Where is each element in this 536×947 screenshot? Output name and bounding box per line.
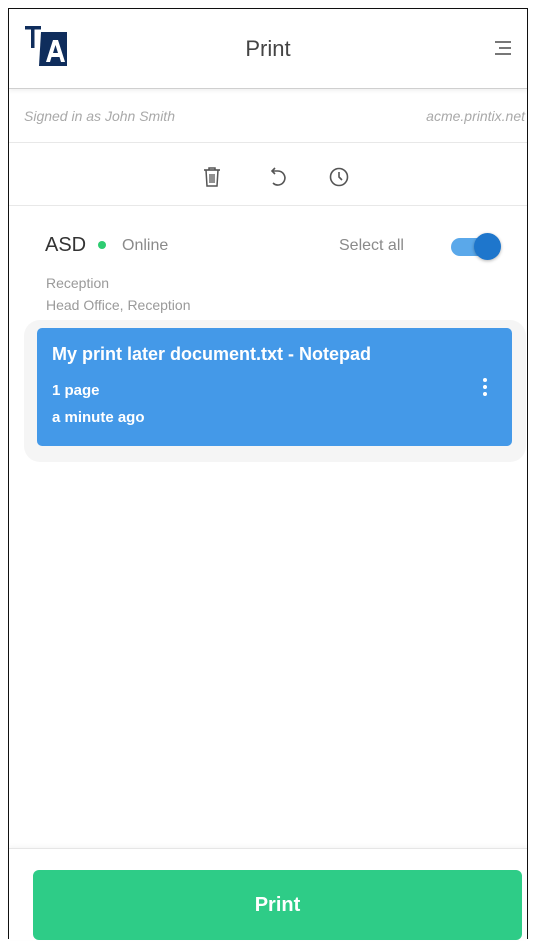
- trash-icon[interactable]: [201, 165, 223, 189]
- more-options-icon[interactable]: [478, 376, 492, 398]
- signed-in-text: Signed in as John Smith: [24, 108, 175, 124]
- printer-location: Reception: [46, 275, 110, 291]
- job-card[interactable]: My print later document.txt - Notepad 1 …: [37, 328, 512, 446]
- footer-bar: Print: [9, 848, 527, 940]
- printer-name: ASD: [45, 234, 87, 256]
- tenant-domain: acme.printix.net: [426, 108, 525, 124]
- account-bar: Signed in as John Smith acme.printix.net: [9, 90, 527, 143]
- undo-icon[interactable]: [266, 165, 288, 189]
- clock-icon[interactable]: [328, 165, 350, 189]
- toolbar: [9, 143, 527, 206]
- job-list: My print later document.txt - Notepad 1 …: [24, 320, 526, 462]
- menu-icon[interactable]: [489, 36, 515, 60]
- job-time: a minute ago: [52, 409, 145, 426]
- app-frame: Print Signed in as John Smith acme.print…: [8, 8, 528, 940]
- page-title: Print: [245, 36, 291, 61]
- select-all-label: Select all: [339, 237, 404, 254]
- online-status-dot: [98, 241, 106, 249]
- select-all-toggle[interactable]: [449, 233, 501, 260]
- printer-site: Head Office, Reception: [46, 297, 191, 313]
- printer-status: Online: [122, 237, 169, 254]
- header-bar: Print: [9, 9, 527, 89]
- print-button[interactable]: Print: [33, 870, 522, 940]
- toggle-knob: [474, 233, 501, 260]
- job-title: My print later document.txt - Notepad: [52, 344, 372, 364]
- job-pages: 1 page: [52, 382, 100, 399]
